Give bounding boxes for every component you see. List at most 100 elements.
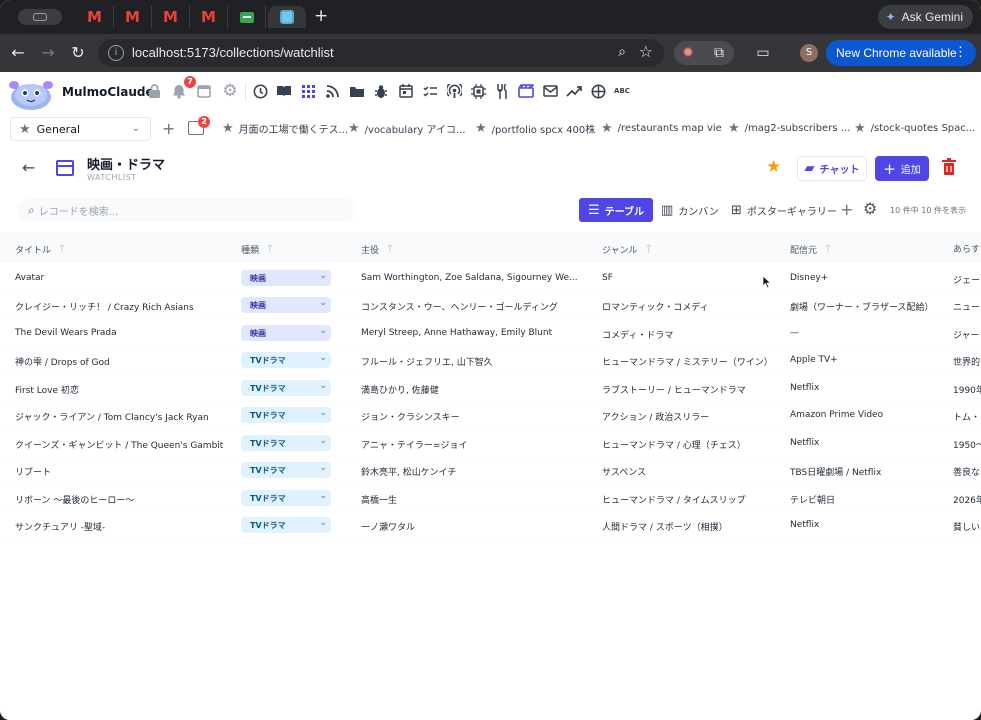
- table-row[interactable]: First Love 初恋 TVドラマ ⌄ 満島ひかり, 佐藤健 ラブストーリー …: [0, 375, 981, 402]
- sort-arrow-up-icon[interactable]: ↑: [265, 242, 275, 256]
- add-view-button[interactable]: +: [840, 200, 853, 219]
- bookmark-item-5[interactable]: ★ /mag2-subscribers ...: [728, 121, 850, 136]
- view-poster-gallery-button[interactable]: ⊞ ポスターギャラリー: [722, 198, 846, 222]
- tab-search-icon[interactable]: ▭: [752, 42, 774, 64]
- sort-arrow-up-icon[interactable]: ↑: [385, 242, 395, 256]
- bookmark-item-3[interactable]: ★ /portfolio spcx 400株: [475, 121, 595, 136]
- table-row[interactable]: リボーン 〜最後のヒーロー〜 TVドラマ ⌄ 高橋一生 ヒューマンドラマ / タイ…: [0, 485, 981, 512]
- calendar-check-icon[interactable]: [397, 82, 415, 100]
- column-header-type[interactable]: 種類 ↑: [241, 242, 275, 256]
- column-header-synopsis[interactable]: あらすじ: [953, 242, 981, 255]
- record-search-input[interactable]: ⌕ レコードを検索...: [18, 198, 356, 222]
- podcast-icon[interactable]: [445, 82, 463, 100]
- chat-button[interactable]: ▰ チャット: [797, 156, 867, 181]
- circle-half-icon[interactable]: [589, 82, 607, 100]
- page-header: ← 映画・ドラマ WATCHLIST ★ ▰ チャット + 追加: [0, 152, 981, 192]
- favorite-star-icon[interactable]: ★: [766, 157, 781, 177]
- book-icon[interactable]: [275, 82, 293, 100]
- bookmark-star-icon[interactable]: ☆: [639, 42, 653, 61]
- type-select[interactable]: TVドラマ ⌄: [241, 462, 331, 478]
- column-header-source[interactable]: 配信元 ↑: [790, 242, 833, 256]
- view-table-button[interactable]: ☰ テーブル: [579, 198, 654, 222]
- table-row[interactable]: リブート TVドラマ ⌄ 鈴木亮平, 松山ケンイチ サスペンス TBS日曜劇場 /…: [0, 457, 981, 484]
- menu-kebab-icon[interactable]: ⋮: [954, 44, 967, 60]
- tab-mulmo-active[interactable]: [268, 6, 306, 28]
- table-settings-gear-icon[interactable]: ⚙: [863, 199, 877, 218]
- type-select[interactable]: 映画 ⌄: [241, 325, 331, 341]
- type-select[interactable]: TVドラマ ⌄: [241, 517, 331, 533]
- column-header-genre[interactable]: ジャンル ↑: [602, 242, 654, 256]
- type-select[interactable]: 映画 ⌄: [241, 270, 331, 286]
- table-row[interactable]: サンクチュアリ -聖域- TVドラマ ⌄ 一ノ瀬ワタル 人間ドラマ / スポーツ（…: [0, 512, 981, 539]
- new-session-button[interactable]: +: [162, 119, 175, 138]
- column-header-cast[interactable]: 主役 ↑: [361, 242, 395, 256]
- omnibox[interactable]: i localhost:5173/collections/watchlist ⌕…: [98, 39, 664, 67]
- trash-icon[interactable]: [942, 158, 956, 176]
- cell-source: Apple TV+: [790, 355, 838, 365]
- clapperboard-icon: [56, 160, 74, 176]
- extensions-puzzle-icon[interactable]: ⧉: [708, 42, 730, 64]
- bookmark-item-2[interactable]: ★ /vocabulary アイコ...: [348, 121, 466, 136]
- folder-icon[interactable]: [348, 82, 366, 100]
- table-row[interactable]: 神の雫 / Drops of God TVドラマ ⌄ フルール・ジェフリエ, 山下…: [0, 347, 981, 374]
- tab-gmail-2[interactable]: M: [114, 6, 152, 28]
- grid-icon[interactable]: [299, 82, 317, 100]
- table-row[interactable]: Avatar 映画 ⌄ Sam Worthington, Zoe Saldana,…: [0, 265, 981, 292]
- tab-sheets[interactable]: [228, 6, 266, 28]
- app-brand-name: MulmoClaude: [62, 85, 154, 99]
- tab-strip: M M M M + ✦ Ask Gemini: [0, 0, 981, 34]
- table-row[interactable]: ジャック・ライアン / Tom Clancy's Jack Ryan TVドラマ…: [0, 402, 981, 429]
- back-arrow-icon[interactable]: ←: [22, 158, 35, 177]
- extension-bug-icon[interactable]: ✹: [677, 42, 699, 64]
- gear-icon[interactable]: ⚙: [221, 81, 239, 101]
- table-row[interactable]: クイーンズ・ギャンビット / The Queen's Gambit TVドラマ ⌄…: [0, 430, 981, 457]
- type-select[interactable]: TVドラマ ⌄: [241, 352, 331, 368]
- bug-icon[interactable]: [372, 82, 390, 100]
- fork-knife-icon[interactable]: [493, 82, 511, 100]
- ask-gemini-button[interactable]: ✦ Ask Gemini: [877, 5, 973, 29]
- type-select[interactable]: TVドラマ ⌄: [241, 407, 331, 423]
- session-select[interactable]: ★ General ⌄: [10, 117, 151, 141]
- trend-icon[interactable]: [565, 82, 583, 100]
- tab-gmail-1[interactable]: M: [76, 6, 114, 28]
- tab-search-button[interactable]: [18, 9, 62, 25]
- clapperboard-icon[interactable]: [517, 82, 535, 100]
- new-tab-button[interactable]: +: [314, 6, 328, 26]
- bookmark-label: /restaurants map vie: [617, 123, 722, 134]
- type-select[interactable]: TVドラマ ⌄: [241, 380, 331, 396]
- tab-gmail-4[interactable]: M: [190, 6, 228, 28]
- sort-arrow-up-icon[interactable]: ↑: [823, 242, 833, 256]
- back-button[interactable]: ←: [8, 43, 28, 63]
- bookmark-item-1[interactable]: ★ 月面の工場で働くテス...: [222, 121, 348, 136]
- abc-icon[interactable]: ABC: [613, 82, 631, 100]
- tab-gmail-3[interactable]: M: [152, 6, 190, 28]
- new-chrome-available-button[interactable]: New Chrome available ⋮: [826, 40, 976, 66]
- url-text[interactable]: localhost:5173/collections/watchlist: [132, 45, 334, 60]
- type-select[interactable]: TVドラマ ⌄: [241, 435, 331, 451]
- sort-arrow-up-icon[interactable]: ↑: [57, 242, 67, 256]
- bookmark-item-6[interactable]: ★ /stock-quotes Spac...: [854, 121, 975, 136]
- chip-icon[interactable]: [469, 82, 487, 100]
- bookmark-item-4[interactable]: ★ /restaurants map vie: [601, 121, 722, 136]
- site-info-icon[interactable]: i: [108, 45, 124, 61]
- table-row[interactable]: The Devil Wears Prada 映画 ⌄ Meryl Streep, …: [0, 320, 981, 347]
- add-button[interactable]: + 追加: [875, 156, 929, 181]
- forward-button[interactable]: →: [38, 43, 58, 63]
- checklist-icon[interactable]: [421, 82, 439, 100]
- sort-arrow-up-icon[interactable]: ↑: [644, 242, 654, 256]
- column-header-title[interactable]: タイトル ↑: [15, 242, 67, 256]
- clock-icon[interactable]: [251, 82, 269, 100]
- cell-source: Amazon Prime Video: [790, 410, 884, 420]
- calendar-icon[interactable]: [195, 82, 213, 100]
- lock-icon[interactable]: [145, 82, 163, 100]
- view-kanban-button[interactable]: ▥ カンバン: [652, 198, 728, 222]
- profile-avatar[interactable]: S: [800, 44, 818, 62]
- cell-title: クレイジー・リッチ！ / Crazy Rich Asians: [15, 303, 194, 313]
- mail-icon[interactable]: [541, 82, 559, 100]
- reload-button[interactable]: ↻: [68, 43, 88, 63]
- type-select[interactable]: 映画 ⌄: [241, 297, 331, 313]
- type-select[interactable]: TVドラマ ⌄: [241, 490, 331, 506]
- table-row[interactable]: クレイジー・リッチ！ / Crazy Rich Asians 映画 ⌄ コンスタン…: [0, 292, 981, 319]
- search-icon[interactable]: ⌕: [618, 44, 626, 60]
- rss-icon[interactable]: [323, 82, 341, 100]
